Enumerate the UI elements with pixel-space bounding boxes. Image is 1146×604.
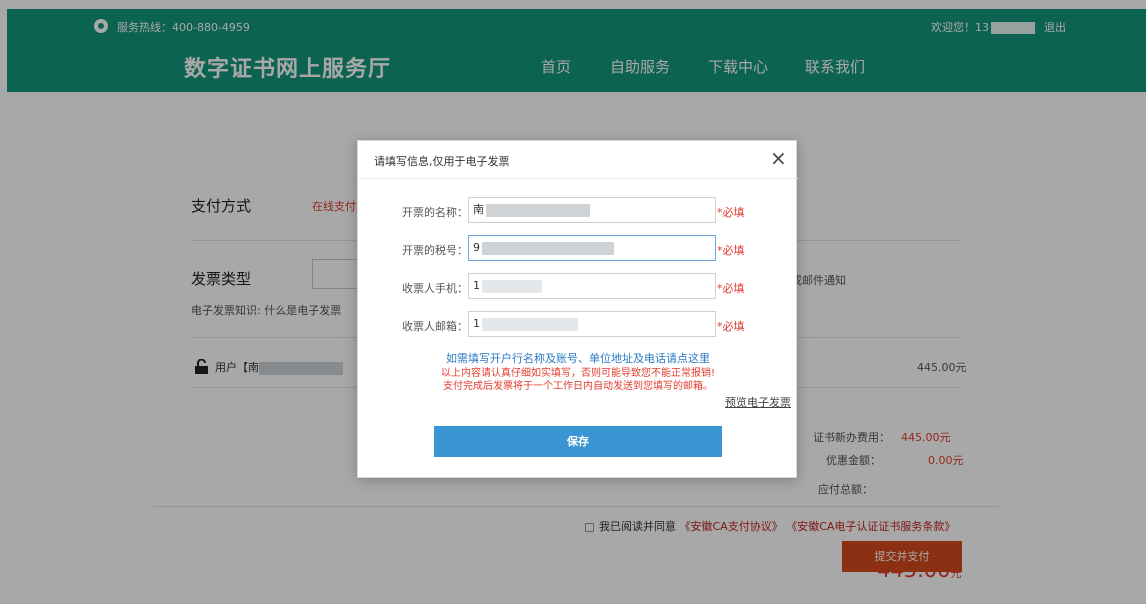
- redacted-value: [486, 203, 590, 217]
- recipient-email-input[interactable]: 1: [468, 311, 716, 337]
- close-icon[interactable]: ×: [770, 148, 787, 168]
- required-mark: *必填: [717, 244, 745, 257]
- required-mark: *必填: [717, 282, 745, 295]
- recipient-phone-label: 收票人手机：: [402, 282, 468, 295]
- required-mark: *必填: [717, 320, 745, 333]
- recipient-email-label: 收票人邮箱：: [402, 320, 468, 333]
- save-button[interactable]: 保存: [434, 426, 722, 457]
- preview-invoice-link[interactable]: 预览电子发票: [725, 394, 791, 410]
- redacted-value: [482, 241, 614, 255]
- invoice-name-input[interactable]: 南: [468, 197, 716, 223]
- dialog-divider: [358, 178, 798, 179]
- delivery-notice: 支付完成后发票将于一个工作日内自动发送到您填写的邮箱。: [443, 381, 713, 392]
- required-mark: *必填: [717, 206, 745, 219]
- redacted-value: [482, 317, 578, 331]
- invoice-info-dialog: 请填写信息,仅用于电子发票 × 开票的名称： 南 *必填 开票的税号： 9 *必…: [357, 140, 798, 478]
- tax-id-label: 开票的税号：: [402, 244, 468, 257]
- dialog-title: 请填写信息,仅用于电子发票: [374, 155, 510, 168]
- tax-id-input[interactable]: 9: [468, 235, 716, 261]
- invoice-name-label: 开票的名称：: [402, 206, 468, 219]
- bank-info-link[interactable]: 如需填写开户行名称及账号、单位地址及电话请点这里: [358, 350, 798, 366]
- redacted-value: [482, 279, 542, 293]
- recipient-phone-input[interactable]: 1: [468, 273, 716, 299]
- warning-text: 以上内容请认真仔细如实填写，否则可能导致您不能正常报销!: [440, 368, 715, 379]
